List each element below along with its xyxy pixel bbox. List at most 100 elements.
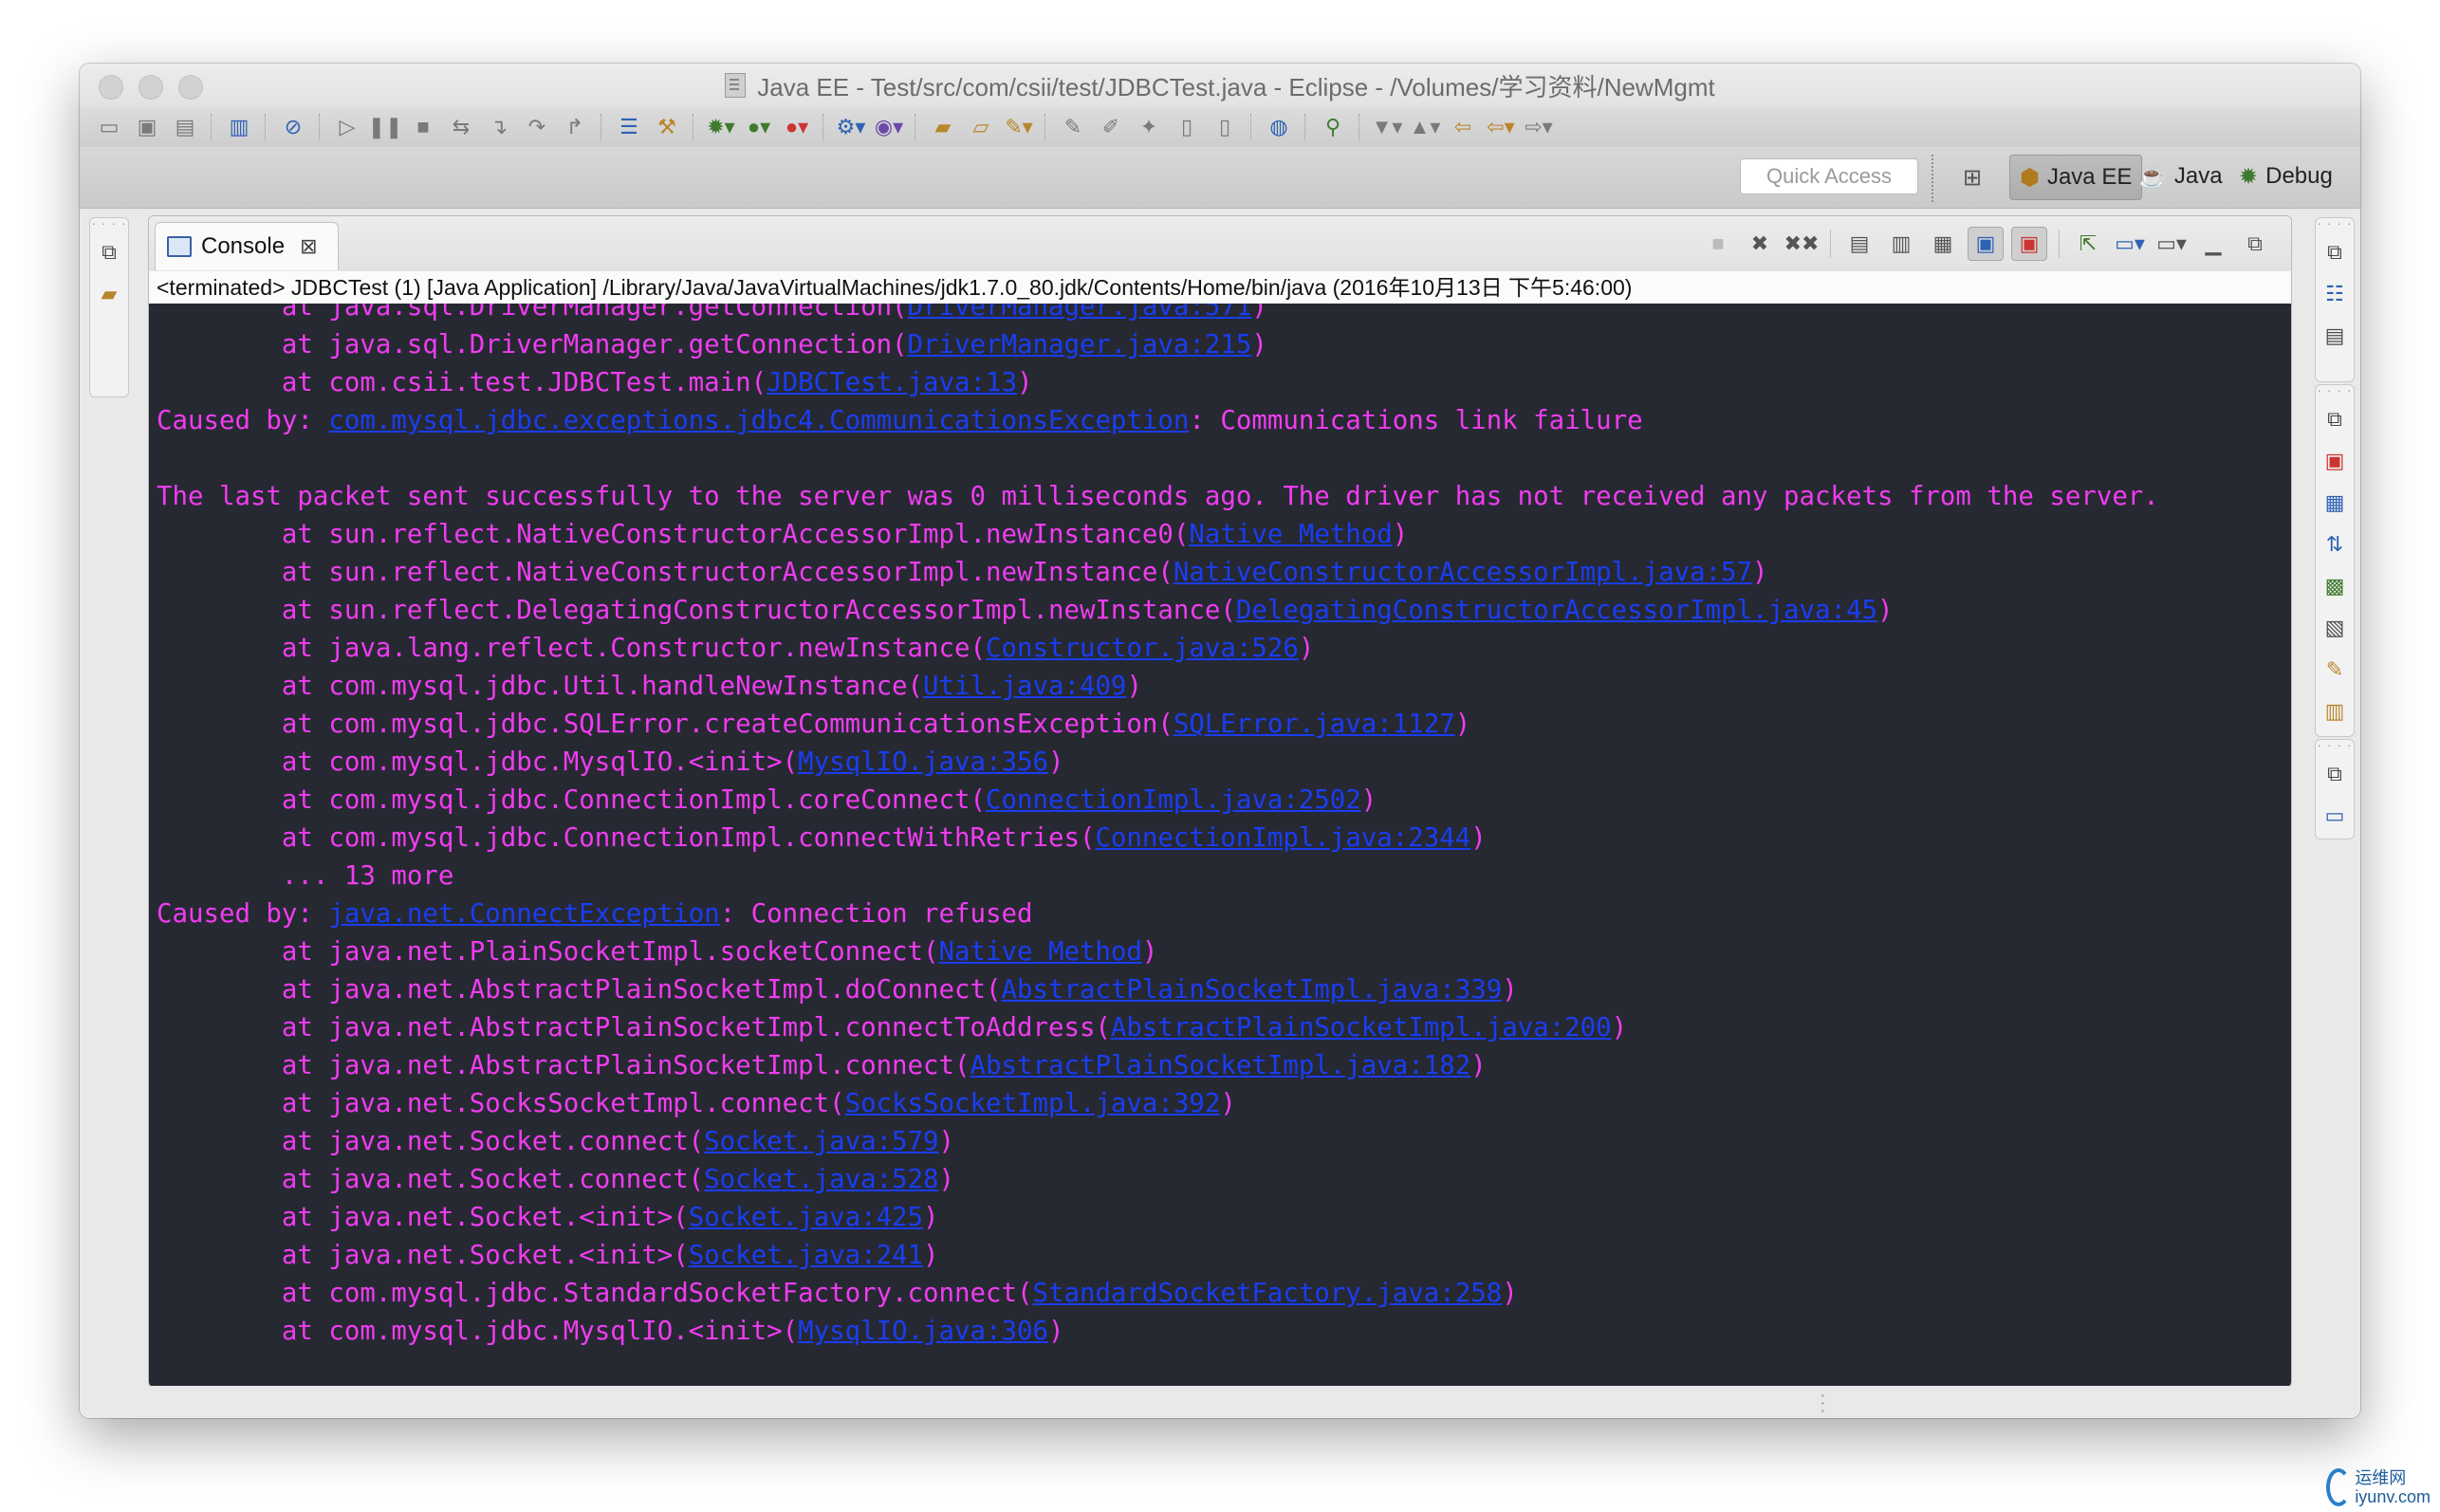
task-list-icon[interactable]: ▤ — [2316, 315, 2354, 357]
globe-icon[interactable]: ◍ — [1263, 113, 1295, 141]
restore-icon[interactable]: ⧉ — [90, 231, 128, 273]
zoom-window-button[interactable] — [178, 75, 203, 100]
save-all-icon[interactable]: ▤ — [169, 113, 201, 141]
source-link[interactable]: StandardSocketFactory.java:258 — [1032, 1279, 1502, 1308]
open-folder-icon[interactable]: ▰ — [927, 113, 959, 141]
last-edit-icon[interactable]: ⇦ — [1447, 113, 1479, 141]
terminal-icon[interactable]: ▥ — [223, 113, 255, 141]
bookmark-icon[interactable]: ▼▾ — [1371, 113, 1403, 141]
annotation-icon[interactable]: ✎ — [1057, 113, 1089, 141]
quick-access-input[interactable]: Quick Access — [1740, 158, 1918, 194]
show-on-stderr-icon[interactable]: ▣ — [2011, 227, 2047, 261]
clear-console-icon[interactable]: ▤ — [1842, 228, 1876, 260]
pencil-icon[interactable]: ✐ — [1095, 113, 1127, 141]
step-into-icon[interactable]: ↴ — [483, 113, 515, 141]
resume-icon[interactable]: ▷ — [331, 113, 363, 141]
step-over-icon[interactable]: ↷ — [521, 113, 553, 141]
minimize-window-button[interactable] — [139, 75, 163, 100]
back-icon[interactable]: ⇦▾ — [1485, 113, 1517, 141]
restore-icon[interactable]: ⧉ — [2316, 231, 2354, 273]
suspend-icon[interactable]: ❚❚ — [368, 113, 403, 141]
source-link[interactable]: AbstractPlainSocketImpl.java:200 — [1111, 1013, 1612, 1042]
open-task-icon[interactable]: ☰ — [613, 113, 645, 141]
new-server-icon[interactable]: ⚙▾ — [835, 113, 867, 141]
source-link[interactable]: SQLError.java:1127 — [1174, 710, 1455, 739]
trim-handle[interactable]: · · · · — [2316, 738, 2354, 753]
source-link[interactable]: Socket.java:241 — [689, 1241, 923, 1270]
show-on-stdout-icon[interactable]: ▣ — [1968, 227, 2004, 261]
page-icon[interactable]: ▯ — [1171, 113, 1203, 141]
source-link[interactable]: Util.java:409 — [923, 672, 1126, 701]
maximize-icon[interactable]: ⧉ — [2238, 228, 2272, 260]
package-explorer-icon[interactable]: ▰ — [90, 273, 128, 315]
marker-icon[interactable]: ✦ — [1133, 113, 1165, 141]
data-source-icon[interactable]: ▩ — [2316, 565, 2354, 607]
outline-icon[interactable]: ☷ — [2316, 273, 2354, 315]
remove-all-terminated-icon[interactable]: ✖✖ — [1784, 228, 1820, 260]
source-link[interactable]: Native Method — [939, 937, 1142, 967]
snippets-icon[interactable]: ▧ — [2316, 607, 2354, 649]
remove-launch-icon[interactable]: ✖ — [1743, 228, 1777, 260]
open-type-icon[interactable]: ⚒ — [651, 113, 683, 141]
source-link[interactable]: SocksSocketImpl.java:392 — [845, 1089, 1221, 1118]
trim-handle[interactable]: · · · · — [90, 216, 128, 231]
open-type-hierarchy-icon[interactable]: ✎▾ — [1003, 113, 1035, 141]
tab-console[interactable]: Console ⊠ — [155, 222, 339, 270]
new-class-icon[interactable]: ◉▾ — [873, 113, 905, 141]
source-link[interactable]: AbstractPlainSocketImpl.java:182 — [970, 1051, 1471, 1080]
skip-breakpoints-icon[interactable]: ⊘ — [277, 113, 309, 141]
step-return-icon[interactable]: ↱ — [559, 113, 591, 141]
close-window-button[interactable] — [99, 75, 123, 100]
new-icon[interactable]: ▭ — [93, 113, 125, 141]
run-icon[interactable]: ●▾ — [743, 113, 775, 141]
source-link[interactable]: Socket.java:528 — [704, 1165, 938, 1194]
source-link[interactable]: DriverManager.java:571 — [908, 304, 1252, 322]
properties-icon[interactable]: ▦ — [2316, 482, 2354, 524]
perspective-debug[interactable]: ✹ Debug — [2229, 155, 2342, 198]
servers-icon[interactable]: ⇅ — [2316, 524, 2354, 565]
source-link[interactable]: DriverManager.java:215 — [908, 330, 1252, 360]
console-output[interactable]: at java.sql.DriverManager.getConnection(… — [149, 304, 2291, 1387]
source-link[interactable]: MysqlIO.java:356 — [798, 747, 1048, 777]
source-link[interactable]: ConnectionImpl.java:2502 — [986, 785, 1361, 815]
source-link[interactable]: AbstractPlainSocketImpl.java:339 — [1002, 975, 1503, 1005]
scroll-lock-icon[interactable]: ▥ — [1884, 228, 1918, 260]
restore-icon[interactable]: ⧉ — [2316, 398, 2354, 440]
run-external-icon[interactable]: ●▾ — [781, 113, 813, 141]
status-bar-grip[interactable]: · · · — [1820, 1386, 1826, 1418]
source-link[interactable]: Constructor.java:526 — [986, 634, 1299, 663]
source-link[interactable]: NativeConstructorAccessorImpl.java:57 — [1174, 558, 1752, 587]
source-link[interactable]: java.net.ConnectException — [328, 899, 719, 929]
open-console-icon[interactable]: ▭▾ — [2154, 228, 2189, 260]
source-link[interactable]: Socket.java:579 — [704, 1127, 938, 1156]
terminate-icon[interactable]: ■ — [1701, 228, 1735, 260]
search-results-icon[interactable]: ✎ — [2316, 649, 2354, 691]
source-link[interactable]: Socket.java:425 — [689, 1203, 923, 1232]
forward-icon[interactable]: ⇨▾ — [1523, 113, 1555, 141]
restore-icon[interactable]: ⧉ — [2316, 753, 2354, 795]
palette-icon[interactable]: ▭ — [2316, 795, 2354, 837]
markers-icon[interactable]: ▣ — [2316, 440, 2354, 482]
minimize-icon[interactable]: ▁ — [2196, 228, 2230, 260]
open-perspective-icon[interactable]: ⊞ — [1956, 162, 1988, 193]
trim-handle[interactable]: · · · · — [2316, 216, 2354, 231]
source-link[interactable]: DelegatingConstructorAccessorImpl.java:4… — [1236, 596, 1877, 625]
close-icon[interactable]: ⊠ — [300, 234, 317, 259]
page-alt-icon[interactable]: ▯ — [1209, 113, 1241, 141]
source-link[interactable]: JDBCTest.java:13 — [767, 368, 1017, 397]
trim-handle[interactable]: · · · · — [2316, 383, 2354, 398]
next-annotation-icon[interactable]: ▲▾ — [1409, 113, 1441, 141]
display-console-icon[interactable]: ▭▾ — [2113, 228, 2147, 260]
debug-icon[interactable]: ✹▾ — [705, 113, 737, 141]
search-icon[interactable]: ⚲ — [1317, 113, 1349, 141]
word-wrap-icon[interactable]: ▦ — [1926, 228, 1960, 260]
terminate-icon[interactable]: ■ — [407, 113, 439, 141]
source-link[interactable]: Native Method — [1189, 520, 1392, 549]
source-link[interactable]: ConnectionImpl.java:2344 — [1095, 823, 1470, 853]
problems-icon[interactable]: ▥ — [2316, 691, 2354, 732]
perspective-java-ee[interactable]: ⬢ Java EE — [2009, 155, 2143, 200]
disconnect-icon[interactable]: ⇆ — [445, 113, 477, 141]
source-link[interactable]: MysqlIO.java:306 — [798, 1317, 1048, 1346]
perspective-java[interactable]: ☕ Java — [2129, 155, 2232, 198]
save-icon[interactable]: ▣ — [131, 113, 163, 141]
